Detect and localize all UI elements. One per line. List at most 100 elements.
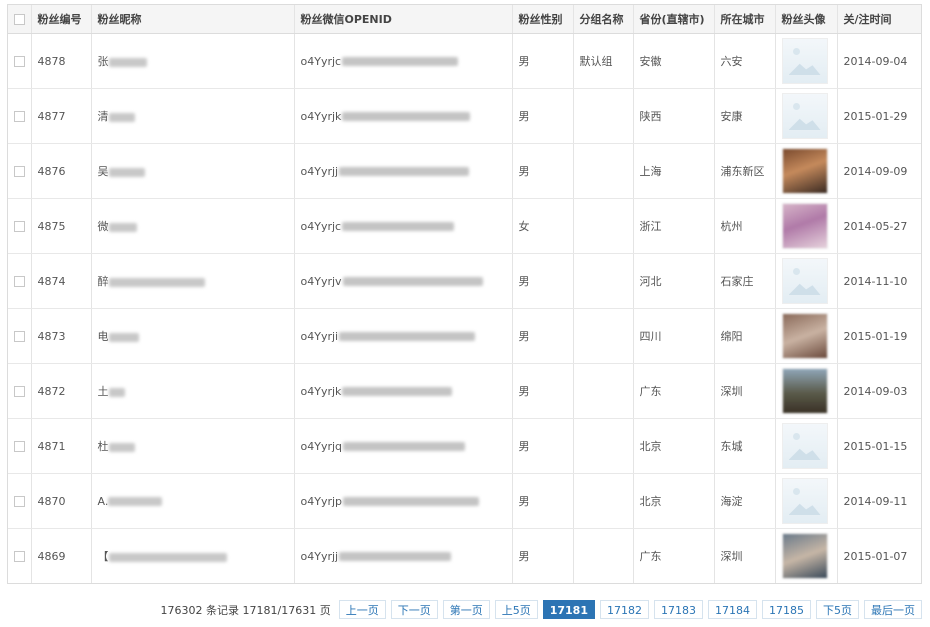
fan-follow-time: 2014-05-27 (837, 198, 921, 254)
table-row[interactable]: 4878 张 o4Yyrjc 男默认组 安徽 六安 2014-09-04 (8, 33, 921, 89)
table-body: 4878 张 o4Yyrjc 男默认组 安徽 六安 2014-09-04 4877 清 o4Yyr… (8, 33, 921, 583)
row-checkbox[interactable] (13, 441, 25, 452)
page-17183-button[interactable]: 17183 (654, 600, 703, 619)
column-header-time[interactable]: 关/注时间 (837, 5, 921, 34)
column-header-id[interactable]: 粉丝编号 (31, 5, 92, 34)
redacted-openid (342, 57, 459, 66)
fan-nickname-cell: A. (91, 473, 295, 529)
fan-nickname-cell: 电 (91, 308, 295, 364)
row-select-cell[interactable] (8, 198, 32, 254)
fan-gender: 男 (512, 253, 574, 309)
row-select-cell[interactable] (8, 308, 32, 364)
redacted-openid (343, 442, 466, 451)
row-select-cell[interactable] (8, 363, 32, 419)
table-row[interactable]: 4873 电 o4Yyrji 男 四川 绵阳 2015-01-19 (8, 308, 921, 364)
redacted-openid (339, 167, 470, 176)
row-checkbox[interactable] (13, 386, 25, 397)
row-checkbox[interactable] (13, 221, 25, 232)
table-row[interactable]: 4875 微 o4Yyrjc 女 浙江 杭州 2014-05-27 (8, 198, 921, 254)
fan-city: 海淀 (714, 473, 776, 529)
fan-gender: 男 (512, 143, 574, 199)
row-select-cell[interactable] (8, 253, 32, 309)
row-checkbox[interactable] (13, 111, 25, 122)
redacted-openid (339, 332, 476, 341)
column-header-province[interactable]: 省份(直辖市) (633, 5, 715, 34)
row-checkbox[interactable] (13, 276, 25, 287)
fan-openid-cell: o4Yyrjc (294, 198, 513, 254)
fan-follow-time: 2014-09-09 (837, 143, 921, 199)
row-select-cell[interactable] (8, 473, 32, 529)
table-row[interactable]: 4871 杜 o4Yyrjq 男 北京 东城 2015-01-15 (8, 418, 921, 474)
row-select-cell[interactable] (8, 143, 32, 199)
row-select-cell[interactable] (8, 88, 32, 144)
fan-openid-cell: o4Yyrjc (294, 33, 513, 89)
fan-province: 安徽 (633, 33, 715, 89)
fan-openid-cell: o4Yyrjp (294, 473, 513, 529)
fan-group (573, 253, 634, 309)
redacted-nickname (108, 222, 137, 232)
table-row[interactable]: 4870 A. o4Yyrjp 男 北京 海淀 2014-09-11 (8, 473, 921, 529)
avatar (781, 313, 828, 359)
row-select-cell[interactable] (8, 528, 32, 583)
table-row[interactable]: 4869 【 o4Yyrjj 男 广东 深圳 2015-01-07 (8, 528, 921, 583)
avatar (781, 148, 828, 194)
next-5-pages-button[interactable]: 下5页 (816, 600, 859, 619)
fan-avatar-cell (775, 363, 838, 419)
page-17182-button[interactable]: 17182 (600, 600, 649, 619)
fan-city: 杭州 (714, 198, 776, 254)
table-row[interactable]: 4876 吴 o4Yyrjj 男 上海 浦东新区 2014-09-09 (8, 143, 921, 199)
column-header-group[interactable]: 分组名称 (573, 5, 634, 34)
fan-gender: 男 (512, 473, 574, 529)
prev-5-pages-button[interactable]: 上5页 (494, 600, 538, 619)
column-header-openid[interactable]: 粉丝微信OPENID (294, 5, 513, 34)
fan-follow-time: 2015-01-29 (837, 88, 921, 144)
prev-page-button[interactable]: 上一页 (338, 600, 386, 619)
avatar (781, 38, 828, 84)
redacted-nickname (108, 57, 147, 67)
page-17184-button[interactable]: 17184 (708, 600, 757, 619)
fan-city: 石家庄 (714, 253, 776, 309)
redacted-nickname (108, 332, 139, 342)
column-header-city[interactable]: 所在城市 (714, 5, 776, 34)
fan-nickname-cell: 【 (91, 528, 295, 583)
fan-group: 默认组 (573, 33, 634, 89)
fan-nickname: 微 (97, 220, 109, 233)
fan-city: 浦东新区 (714, 143, 776, 199)
table-row[interactable]: 4877 清 o4Yyrjk 男 陕西 安康 2015-01-29 (8, 88, 921, 144)
fan-openid: o4Yyrjk (300, 109, 342, 123)
avatar (781, 93, 828, 139)
fan-openid: o4Yyrjc (300, 219, 342, 233)
select-all-cell[interactable] (8, 5, 32, 34)
page-17181-button[interactable]: 17181 (542, 600, 595, 619)
fan-nickname: 【 (97, 550, 109, 563)
row-select-cell[interactable] (8, 33, 32, 89)
page-17185-button[interactable]: 17185 (762, 600, 811, 619)
table-row[interactable]: 4872 土 o4Yyrjk 男 广东 深圳 2014-09-03 (8, 363, 921, 419)
row-checkbox[interactable] (13, 166, 25, 177)
fan-openid-cell: o4Yyrjj (294, 143, 513, 199)
column-header-gender[interactable]: 粉丝性别 (512, 5, 574, 34)
fan-id: 4871 (31, 418, 92, 474)
fan-openid-cell: o4Yyrjk (294, 363, 513, 419)
last-page-button[interactable]: 最后一页 (864, 600, 922, 619)
first-page-button[interactable]: 第一页 (442, 600, 490, 619)
select-all-checkbox[interactable] (13, 14, 25, 25)
fan-gender: 男 (512, 88, 574, 144)
row-checkbox[interactable] (13, 496, 25, 507)
row-checkbox[interactable] (13, 56, 25, 67)
fan-nickname: A. (97, 494, 109, 508)
fan-province: 河北 (633, 253, 715, 309)
next-page-button[interactable]: 下一页 (390, 600, 438, 619)
row-checkbox[interactable] (13, 551, 25, 562)
table-row[interactable]: 4874 醉 o4Yyrjv 男 河北 石家庄 2014-11-10 (8, 253, 921, 309)
fan-id: 4873 (31, 308, 92, 364)
fan-province: 广东 (633, 363, 715, 419)
column-header-nickname[interactable]: 粉丝昵称 (91, 5, 295, 34)
redacted-openid (342, 222, 455, 231)
redacted-nickname (108, 167, 145, 177)
fan-openid-cell: o4Yyrjv (294, 253, 513, 309)
row-checkbox[interactable] (13, 331, 25, 342)
fan-id: 4874 (31, 253, 92, 309)
row-select-cell[interactable] (8, 418, 32, 474)
fan-id: 4870 (31, 473, 92, 529)
